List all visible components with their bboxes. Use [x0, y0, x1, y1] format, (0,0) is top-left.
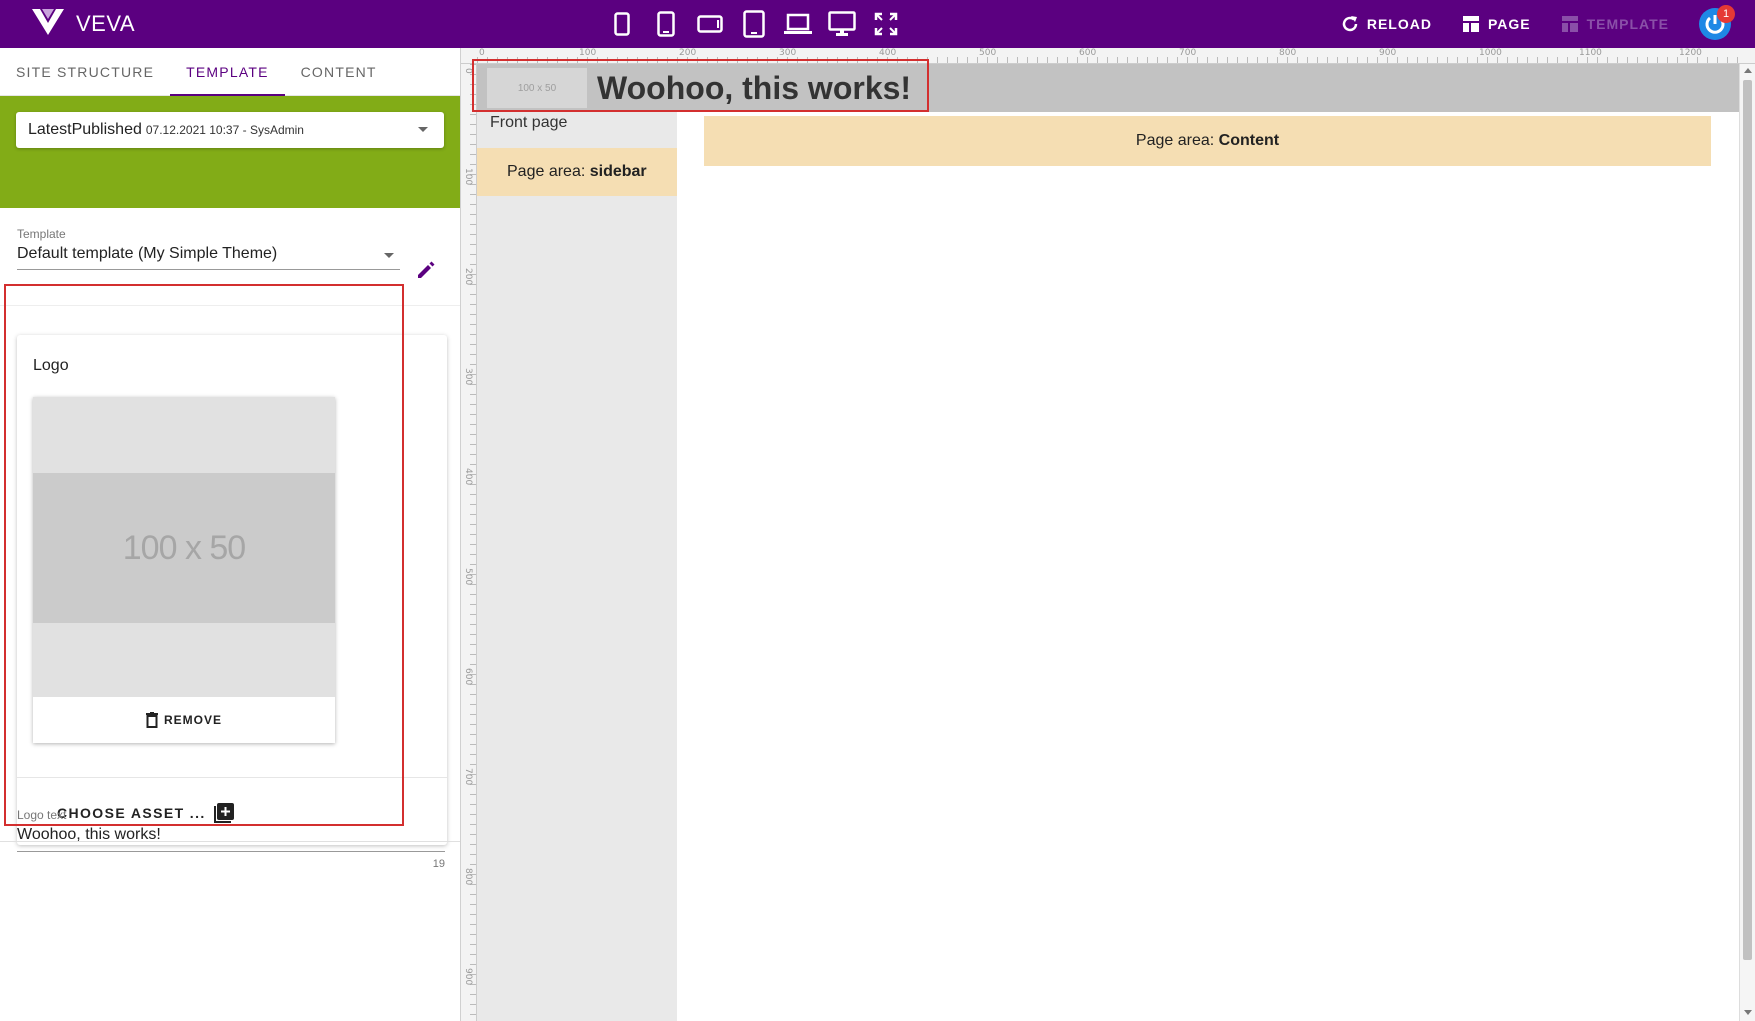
vertical-scrollbar[interactable] — [1739, 64, 1755, 1021]
brand-name: VEVA — [76, 11, 136, 36]
page-area-content[interactable]: Page area: Content — [704, 116, 1711, 166]
page-preview: 0 100 200 300 400 500 600 700 800 900 1000 1100 1200… — [461, 48, 1755, 1021]
top-actions: RELOAD PAGE TEMPLATE 1 — [1341, 0, 1755, 48]
site-sidebar — [477, 112, 677, 1021]
page-area-name: Content — [1218, 132, 1280, 149]
site-header[interactable]: 100 x 50 Woohoo, this works! — [477, 64, 1739, 112]
brand: VEVA — [32, 8, 135, 40]
site-logo-text: Woohoo, this works! — [597, 70, 912, 106]
ruler-label: 1000 — [1479, 48, 1502, 58]
page-area-sidebar[interactable]: Page area: sidebar — [477, 148, 677, 196]
char-counter: 19 — [432, 858, 445, 870]
tablet-icon[interactable] — [732, 8, 776, 40]
chevron-down-icon — [418, 127, 428, 132]
ruler-top: 0 100 200 300 400 500 600 700 800 900 1000 1100 1200 — [461, 48, 1755, 64]
ruler-label: 200 — [463, 268, 473, 286]
divider — [0, 841, 460, 842]
panel-tabs: SITE STRUCTURE TEMPLATE CONTENT — [0, 48, 460, 96]
left-panel: SITE STRUCTURE TEMPLATE CONTENT LatestPu… — [0, 48, 461, 1021]
ruler-label: 100 — [579, 48, 597, 58]
page-area-prefix: Page area: — [507, 163, 590, 180]
pencil-icon — [418, 261, 435, 278]
chevron-down-icon — [384, 253, 394, 258]
version-select[interactable]: LatestPublished 07.12.2021 10:37 - SysAd… — [16, 112, 444, 148]
template-label: TEMPLATE — [1586, 16, 1669, 32]
template-select[interactable]: Default template (My Simple Theme) — [17, 245, 400, 270]
phone-landscape-icon[interactable] — [688, 8, 732, 40]
divider — [17, 777, 447, 778]
device-switcher — [600, 8, 908, 40]
template-value: Default template (My Simple Theme) — [17, 245, 278, 262]
ruler-label: 0 — [463, 68, 473, 74]
logo-image-placeholder: 100 x 50 — [33, 397, 335, 697]
page-layout-icon — [1462, 16, 1479, 32]
logo-text-field[interactable]: Logo text Woohoo, this works! 19 — [17, 808, 445, 870]
scroll-up-icon[interactable] — [1744, 68, 1752, 73]
version-band: LatestPublished 07.12.2021 10:37 - SysAd… — [0, 96, 460, 208]
phone-small-icon[interactable] — [600, 8, 644, 40]
page-label: PAGE — [1487, 16, 1531, 32]
trash-icon — [145, 712, 158, 728]
ruler-label: 1100 — [1579, 48, 1602, 58]
ruler-ticks — [477, 57, 1747, 63]
page-button[interactable]: PAGE — [1462, 15, 1531, 33]
page-area-prefix: Page area: — [1135, 132, 1219, 149]
ruler-label: 400 — [463, 468, 473, 486]
reload-button[interactable]: RELOAD — [1341, 15, 1432, 33]
tab-template[interactable]: TEMPLATE — [170, 48, 285, 96]
logo-title: Logo — [33, 357, 69, 374]
ruler-label: 600 — [463, 668, 473, 686]
ruler-label: 800 — [463, 868, 473, 886]
notification-badge: 1 — [1717, 5, 1735, 23]
reload-icon — [1342, 16, 1358, 32]
ruler-label: 800 — [1279, 48, 1297, 58]
tab-content[interactable]: CONTENT — [285, 48, 393, 96]
ruler-label: 100 — [463, 168, 473, 186]
nav-item-front-page[interactable]: Front page — [490, 99, 567, 147]
ruler-label: 400 — [879, 48, 897, 58]
ruler-label: 200 — [679, 48, 697, 58]
ruler-label: 900 — [1379, 48, 1397, 58]
user-menu-button[interactable]: 1 — [1699, 5, 1735, 40]
ruler-label: 700 — [463, 768, 473, 786]
ruler-label: 600 — [1079, 48, 1097, 58]
tab-site-structure[interactable]: SITE STRUCTURE — [0, 48, 170, 96]
logo-text-label: Logo text — [17, 808, 67, 822]
edit-template-button[interactable] — [416, 260, 436, 285]
scroll-down-icon[interactable] — [1744, 1010, 1752, 1015]
top-bar: VEVA RELOAD PAGE TEMPLATE 1 — [0, 0, 1755, 48]
template-section: Template Default template (My Simple The… — [0, 208, 460, 306]
phone-icon[interactable] — [644, 8, 688, 40]
page-area-name: sidebar — [589, 163, 647, 180]
ruler-label: 0 — [479, 48, 485, 58]
fullscreen-icon[interactable] — [864, 8, 908, 40]
logo-asset-card: 100 x 50 REMOVE — [33, 397, 335, 743]
logo-card: Logo 100 x 50 REMOVE CHOOSE ASSET ... — [17, 335, 447, 845]
veva-logo-icon — [32, 8, 64, 40]
remove-label: REMOVE — [163, 713, 222, 727]
laptop-icon[interactable] — [776, 8, 820, 40]
scroll-thumb[interactable] — [1743, 80, 1752, 960]
version-meta: 07.12.2021 10:37 - SysAdmin — [145, 123, 304, 137]
ruler-label: 900 — [463, 968, 473, 986]
ruler-left: 0 100 200 300 400 500 600 700 800 900 — [461, 64, 477, 1021]
template-layout-icon — [1561, 16, 1578, 32]
template-button[interactable]: TEMPLATE — [1561, 15, 1669, 33]
desktop-icon[interactable] — [820, 8, 864, 40]
logo-image-size-label: 100 x 50 — [33, 473, 335, 623]
ruler-label: 700 — [1179, 48, 1197, 58]
ruler-label: 300 — [779, 48, 797, 58]
template-field-label: Template — [17, 227, 66, 241]
remove-button[interactable]: REMOVE — [33, 697, 335, 743]
ruler-label: 1200 — [1679, 48, 1702, 58]
logo-text-input[interactable]: Woohoo, this works! — [17, 826, 445, 852]
ruler-label: 500 — [979, 48, 997, 58]
version-name: LatestPublished — [28, 121, 142, 138]
template-field[interactable]: Template Default template (My Simple The… — [17, 227, 400, 270]
ruler-label: 500 — [463, 568, 473, 586]
reload-label: RELOAD — [1366, 16, 1432, 32]
ruler-label: 300 — [463, 368, 473, 386]
